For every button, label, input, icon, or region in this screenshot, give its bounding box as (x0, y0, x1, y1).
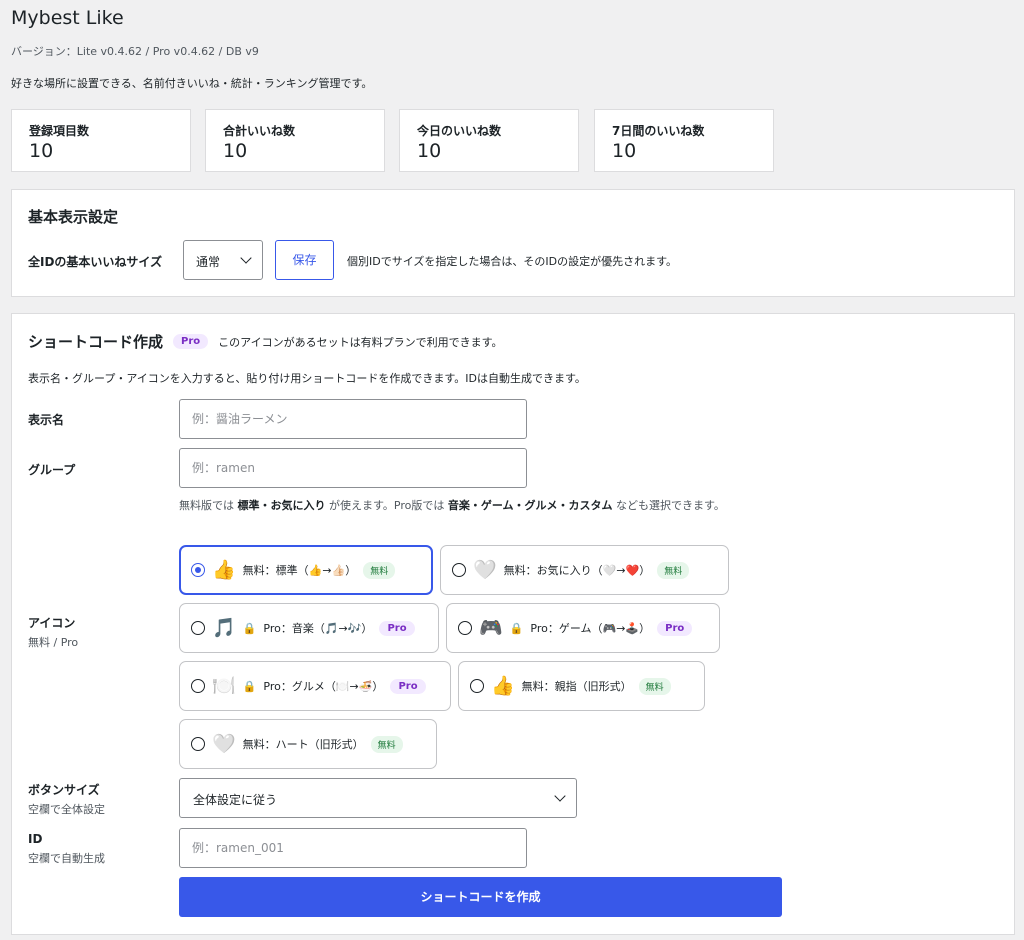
stat-value: 10 (612, 140, 637, 162)
pro-badge: Pro (173, 334, 209, 349)
id-input[interactable] (179, 828, 527, 868)
shortcode-panel: ショートコード作成 Pro このアイコンがあるセットは有料プランで利用できます。… (11, 313, 1015, 935)
icon-option-music[interactable]: 🎵 🔒 Pro：音楽（🎵→🎶） Pro (179, 603, 439, 653)
stat-value: 10 (223, 140, 248, 162)
stat-label: 7日間のいいね数 (612, 124, 705, 138)
stat-card-week: 7日間のいいね数 10 (594, 109, 774, 172)
game-controller-icon: 🎮 (479, 616, 503, 639)
plugin-description: 好きな場所に設置できる、名前付きいいね・統計・ランキング管理です。 (11, 77, 373, 90)
radio-button[interactable] (470, 679, 484, 693)
lock-icon: 🔒 (242, 621, 257, 635)
stat-card-items: 登録項目数 10 (11, 109, 191, 172)
stat-card-total: 合計いいね数 10 (205, 109, 385, 172)
group-input[interactable] (179, 448, 527, 488)
icon-option-favorite[interactable]: 🤍 無料：お気に入り（🤍→❤️） 無料 (440, 545, 729, 595)
pro-note: このアイコンがあるセットは有料プランで利用できます。 (218, 335, 503, 349)
size-priority-note: 個別IDでサイズを指定した場合は、そのIDの設定が優先されます。 (347, 255, 677, 268)
radio-button[interactable] (191, 563, 205, 577)
display-name-input[interactable] (179, 399, 527, 439)
icon-help-text: 無料版では 標準・お気に入り が使えます。Pro版では 音楽・ゲーム・グルメ・カ… (179, 499, 725, 512)
thumbs-up-icon: 👍 (212, 558, 236, 581)
radio-button[interactable] (452, 563, 466, 577)
save-button[interactable]: 保存 (275, 240, 334, 280)
shortcode-header: ショートコード作成 Pro このアイコンがあるセットは有料プランで利用できます。 (28, 331, 503, 352)
stat-value: 10 (417, 140, 442, 162)
basic-settings-title: 基本表示設定 (28, 208, 119, 226)
button-size-select[interactable]: 全体設定に従う (179, 778, 577, 818)
thumbs-up-icon: 👍 (491, 674, 515, 697)
radio-button[interactable] (458, 621, 472, 635)
button-size-value: 全体設定に従う (193, 793, 278, 807)
icon-option-heart-legacy[interactable]: 🤍 無料：ハート（旧形式） 無料 (179, 719, 437, 769)
like-size-select[interactable]: 通常 (183, 240, 263, 280)
create-shortcode-button[interactable]: ショートコードを作成 (179, 877, 782, 917)
plate-icon: 🍽️ (212, 674, 236, 697)
icon-label: アイコン (28, 616, 76, 630)
white-heart-icon: 🤍 (473, 558, 497, 581)
white-heart-icon: 🤍 (212, 732, 236, 755)
icon-option-thumb-legacy[interactable]: 👍 無料：親指（旧形式） 無料 (458, 661, 705, 711)
button-size-sublabel: 空欄で全体設定 (28, 803, 105, 816)
button-size-label: ボタンサイズ (28, 783, 100, 797)
group-label: グループ (28, 463, 76, 477)
shortcode-title: ショートコード作成 (28, 333, 164, 351)
id-sublabel: 空欄で自動生成 (28, 852, 105, 865)
stat-card-today: 今日のいいね数 10 (399, 109, 579, 172)
like-size-label: 全IDの基本いいねサイズ (28, 255, 163, 269)
icon-option-game[interactable]: 🎮 🔒 Pro：ゲーム（🎮→🕹️） Pro (446, 603, 720, 653)
stat-value: 10 (29, 140, 54, 162)
free-badge: 無料 (370, 735, 403, 753)
page-title: Mybest Like (11, 7, 124, 29)
chevron-down-icon (240, 252, 252, 264)
pro-badge: Pro (657, 620, 693, 636)
lock-icon: 🔒 (242, 679, 257, 693)
basic-settings-panel: 基本表示設定 全IDの基本いいねサイズ 通常 保存 個別IDでサイズを指定した場… (11, 189, 1015, 297)
name-label: 表示名 (28, 413, 65, 427)
shortcode-intro: 表示名・グループ・アイコンを入力すると、貼り付け用ショートコードを作成できます。… (28, 372, 586, 385)
stat-label: 登録項目数 (29, 124, 90, 138)
chevron-down-icon (554, 790, 566, 802)
music-note-icon: 🎵 (212, 616, 236, 639)
radio-button[interactable] (191, 679, 205, 693)
free-badge: 無料 (638, 677, 671, 695)
free-badge: 無料 (657, 561, 690, 579)
icon-sublabel: 無料 / Pro (28, 636, 79, 649)
icon-option-standard[interactable]: 👍 無料：標準（👍→👍🏻） 無料 (179, 545, 433, 595)
stat-label: 今日のいいね数 (417, 124, 502, 138)
icon-option-gourmet[interactable]: 🍽️ 🔒 Pro：グルメ（🍽️→🍜） Pro (179, 661, 451, 711)
pro-badge: Pro (379, 620, 415, 636)
lock-icon: 🔒 (509, 621, 524, 635)
free-badge: 無料 (363, 561, 396, 579)
radio-button[interactable] (191, 737, 205, 751)
version-text: バージョン：Lite v0.4.62 / Pro v0.4.62 / DB v9 (11, 45, 259, 58)
radio-button[interactable] (191, 621, 205, 635)
pro-badge: Pro (390, 678, 426, 694)
stat-label: 合計いいね数 (223, 124, 296, 138)
like-size-value: 通常 (196, 255, 221, 269)
id-label: ID (28, 832, 43, 846)
